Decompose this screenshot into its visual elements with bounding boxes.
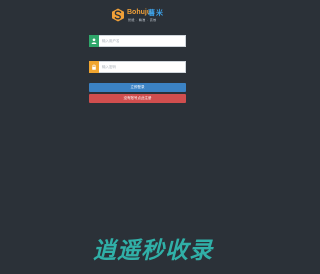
password-input[interactable]	[99, 61, 186, 73]
password-field	[89, 61, 186, 73]
watermark-text: 逍遥秒收录	[93, 238, 213, 264]
register-button[interactable]: 没有账号点此注册	[89, 94, 186, 103]
username-input[interactable]	[99, 35, 186, 47]
s-logo-icon	[112, 8, 124, 22]
logo-chinese-text: 薯米	[148, 9, 164, 17]
login-button[interactable]: 立即登录	[89, 83, 186, 92]
lock-icon	[89, 61, 99, 73]
username-field	[89, 35, 186, 47]
user-icon	[89, 35, 99, 47]
logo-tagline: 智能 · 精准 · 高效	[128, 18, 157, 22]
logo: Bohuju 薯米 智能 · 精准 · 高效	[111, 8, 177, 26]
